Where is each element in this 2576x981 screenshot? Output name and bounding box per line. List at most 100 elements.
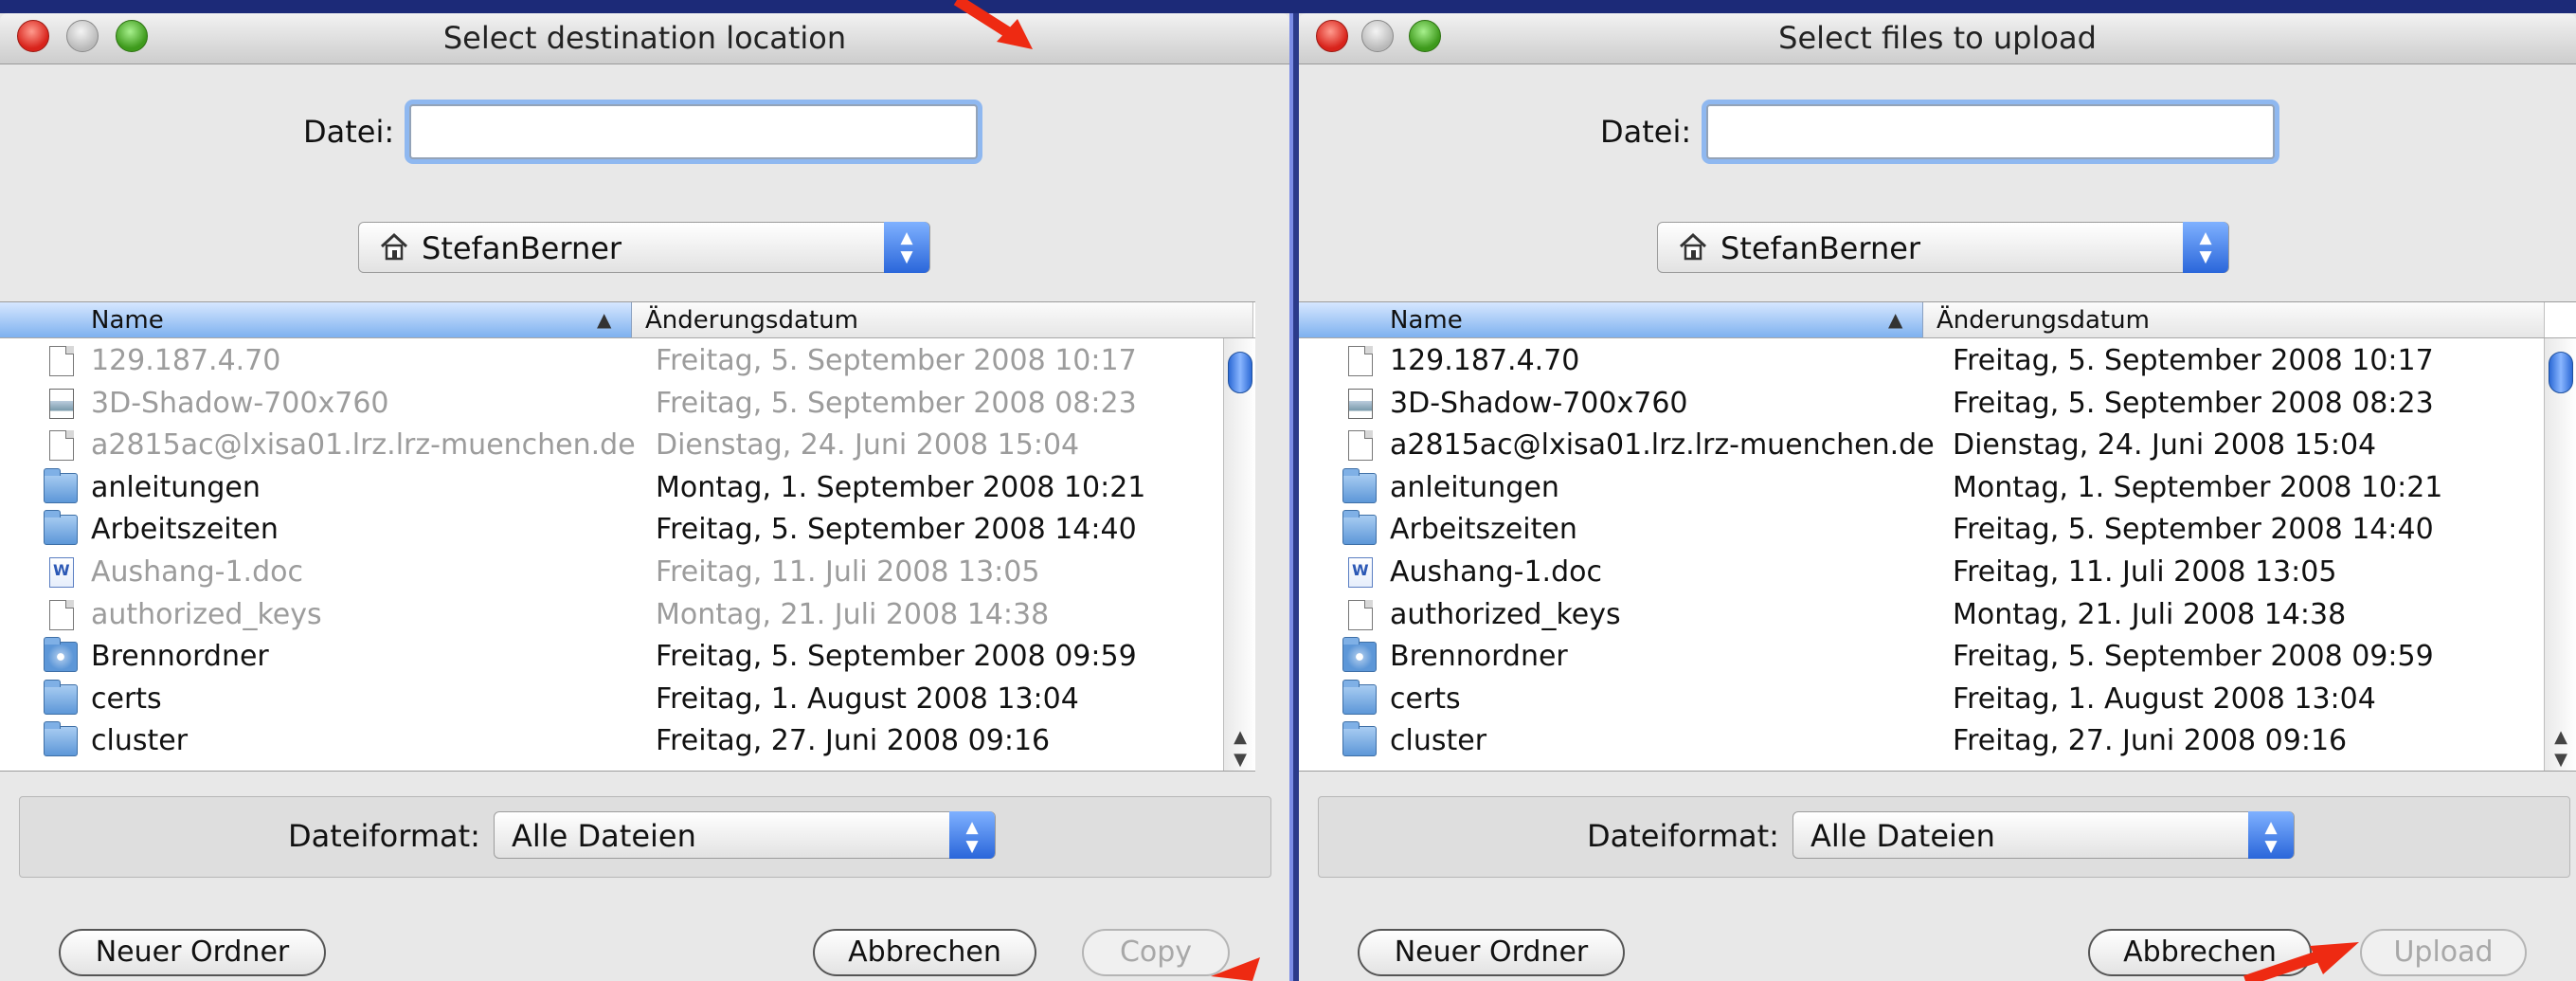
- folder-icon: [44, 467, 78, 503]
- file-name: Arbeitszeiten: [1390, 513, 1577, 547]
- scroll-up-icon[interactable]: ▲: [2545, 727, 2576, 747]
- file-date: Montag, 21. Juli 2008 14:38: [1953, 597, 2347, 631]
- file-row[interactable]: 129.187.4.70 Freitag, 5. September 2008 1…: [0, 340, 1222, 382]
- file-row[interactable]: Brennordner Freitag, 5. September 2008 09…: [0, 636, 1222, 678]
- column-header-date[interactable]: Änderungsdatum: [1923, 302, 2545, 337]
- column-header-name[interactable]: Name ▲: [0, 302, 632, 337]
- location-select[interactable]: StefanBerner ▲ ▼: [1657, 222, 2229, 273]
- file-date: Dienstag, 24. Juni 2008 15:04: [1953, 428, 2377, 463]
- file-name: cluster: [1390, 724, 1487, 758]
- select-arrows-icon: ▲ ▼: [2183, 222, 2228, 273]
- file-row[interactable]: 3D-Shadow-700x760 Freitag, 5. September 2…: [0, 383, 1222, 425]
- file-name: Brennordner: [1390, 640, 1568, 674]
- file-row[interactable]: anleitungen Montag, 1. September 2008 10:…: [1299, 467, 2542, 509]
- annotation-arrow-icon: [953, 0, 1033, 49]
- vertical-scrollbar[interactable]: ▲ ▼: [2544, 338, 2576, 771]
- file-date: Freitag, 5. September 2008 08:23: [656, 386, 1137, 420]
- file-date: Freitag, 5. September 2008 10:17: [1953, 344, 2434, 377]
- sort-ascending-icon: ▲: [597, 308, 612, 331]
- scroll-thumb[interactable]: [2549, 352, 2573, 393]
- sort-ascending-icon: ▲: [1888, 308, 1903, 331]
- document-icon: [49, 599, 74, 630]
- folder-icon: [1342, 510, 1377, 546]
- file-row[interactable]: 129.187.4.70 Freitag, 5. September 2008 1…: [1299, 340, 2542, 382]
- folder-icon: [44, 510, 78, 546]
- column-header-name[interactable]: Name ▲: [1299, 302, 1923, 337]
- file-name: Brennordner: [91, 640, 269, 674]
- file-name: authorized_keys: [91, 597, 322, 631]
- file-row[interactable]: Aushang-1.doc Freitag, 11. Juli 2008 13:0…: [1299, 552, 2542, 593]
- file-date: Montag, 1. September 2008 10:21: [1953, 470, 2443, 504]
- file-row[interactable]: a2815ac@lxisa01.lrz.lrz-muenchen.de Diens…: [1299, 425, 2542, 466]
- file-name: certs: [91, 681, 162, 716]
- scroll-down-icon[interactable]: ▼: [1224, 750, 1255, 770]
- file-date: Freitag, 11. Juli 2008 13:05: [656, 555, 1040, 589]
- file-name-label: Datei:: [1600, 114, 1692, 150]
- format-panel: Dateiformat: Alle Dateien ▲ ▼: [1318, 796, 2570, 878]
- burn-folder-icon: [44, 637, 78, 673]
- annotation-arrow-icon: [1211, 957, 1260, 981]
- file-list[interactable]: Name ▲ Änderungsdatum 129.187.4.70 Freita…: [1299, 301, 2576, 772]
- file-date: Montag, 21. Juli 2008 14:38: [656, 597, 1050, 631]
- window-title: Select destination location: [442, 20, 847, 56]
- new-folder-button[interactable]: Neuer Ordner: [59, 929, 326, 976]
- scroll-thumb[interactable]: [1228, 352, 1252, 393]
- file-row[interactable]: Aushang-1.doc Freitag, 11. Juli 2008 13:0…: [0, 552, 1222, 593]
- home-icon: [1679, 232, 1707, 261]
- window-title: Select files to upload: [1778, 20, 2097, 56]
- file-row[interactable]: 3D-Shadow-700x760 Freitag, 5. September 2…: [1299, 383, 2542, 425]
- vertical-scrollbar[interactable]: ▲ ▼: [1223, 338, 1255, 771]
- upload-button[interactable]: Upload: [2360, 929, 2527, 976]
- format-value: Alle Dateien: [512, 818, 696, 854]
- file-row[interactable]: anleitungen Montag, 1. September 2008 10:…: [0, 467, 1222, 509]
- file-row[interactable]: Arbeitszeiten Freitag, 5. September 2008 …: [0, 509, 1222, 551]
- file-row[interactable]: Brennordner Freitag, 5. September 2008 09…: [1299, 636, 2542, 678]
- image-file-icon: [49, 388, 74, 419]
- file-name-input[interactable]: [1706, 104, 2275, 159]
- file-name: Aushang-1.doc: [1390, 555, 1602, 589]
- annotation-arrow-icon: [2243, 942, 2359, 981]
- file-icon: [1348, 346, 1373, 376]
- image-file-icon: [1348, 388, 1373, 419]
- location-select[interactable]: StefanBerner ▲ ▼: [358, 222, 930, 273]
- scroll-up-icon[interactable]: ▲: [1224, 727, 1255, 747]
- new-folder-button[interactable]: Neuer Ordner: [1358, 929, 1625, 976]
- file-date: Freitag, 1. August 2008 13:04: [1953, 681, 2376, 716]
- column-header-date[interactable]: Änderungsdatum: [632, 302, 1253, 337]
- file-row[interactable]: Arbeitszeiten Freitag, 5. September 2008 …: [1299, 509, 2542, 551]
- file-name: Aushang-1.doc: [91, 555, 303, 589]
- location-label: StefanBerner: [422, 230, 622, 266]
- file-date: Freitag, 1. August 2008 13:04: [656, 681, 1079, 716]
- word-document-icon: [49, 557, 74, 588]
- file-name: 3D-Shadow-700x760: [1390, 386, 1688, 420]
- file-name-input[interactable]: [409, 104, 978, 159]
- file-name: certs: [1390, 681, 1461, 716]
- select-files-dialog: Select files to upload Datei: StefanBern…: [1299, 13, 2576, 981]
- scroll-down-icon[interactable]: ▼: [2545, 750, 2576, 770]
- file-row[interactable]: authorized_keys Montag, 21. Juli 2008 14:…: [1299, 594, 2542, 636]
- document-icon: [1348, 430, 1373, 462]
- title-bar[interactable]: Select destination location: [0, 13, 1289, 64]
- file-row[interactable]: cluster Freitag, 27. Juni 2008 09:16: [0, 720, 1222, 762]
- folder-icon: [1342, 679, 1377, 715]
- cancel-button[interactable]: Abbrechen: [813, 929, 1036, 976]
- format-select[interactable]: Alle Dateien ▲ ▼: [494, 811, 996, 859]
- column-header: Name ▲ Änderungsdatum: [1299, 302, 2576, 338]
- file-date: Freitag, 5. September 2008 14:40: [1953, 513, 2434, 547]
- file-row[interactable]: certs Freitag, 1. August 2008 13:04: [0, 679, 1222, 720]
- file-list[interactable]: Name ▲ Änderungsdatum 129.187.4.70 Freita…: [0, 301, 1255, 772]
- file-date: Freitag, 5. September 2008 09:59: [656, 640, 1137, 674]
- home-icon: [380, 232, 408, 261]
- file-row[interactable]: a2815ac@lxisa01.lrz.lrz-muenchen.de Diens…: [0, 425, 1222, 466]
- file-row[interactable]: certs Freitag, 1. August 2008 13:04: [1299, 679, 2542, 720]
- file-name: 3D-Shadow-700x760: [91, 386, 389, 420]
- file-name: a2815ac@lxisa01.lrz.lrz-muenchen.de: [91, 428, 636, 463]
- format-select[interactable]: Alle Dateien ▲ ▼: [1792, 811, 2295, 859]
- file-name: anleitungen: [91, 470, 261, 504]
- title-bar[interactable]: Select files to upload: [1299, 13, 2576, 64]
- folder-icon: [44, 679, 78, 715]
- file-date: Freitag, 5. September 2008 09:59: [1953, 640, 2434, 674]
- file-row[interactable]: authorized_keys Montag, 21. Juli 2008 14:…: [0, 594, 1222, 636]
- file-row[interactable]: cluster Freitag, 27. Juni 2008 09:16: [1299, 720, 2542, 762]
- file-date: Freitag, 11. Juli 2008 13:05: [1953, 555, 2337, 589]
